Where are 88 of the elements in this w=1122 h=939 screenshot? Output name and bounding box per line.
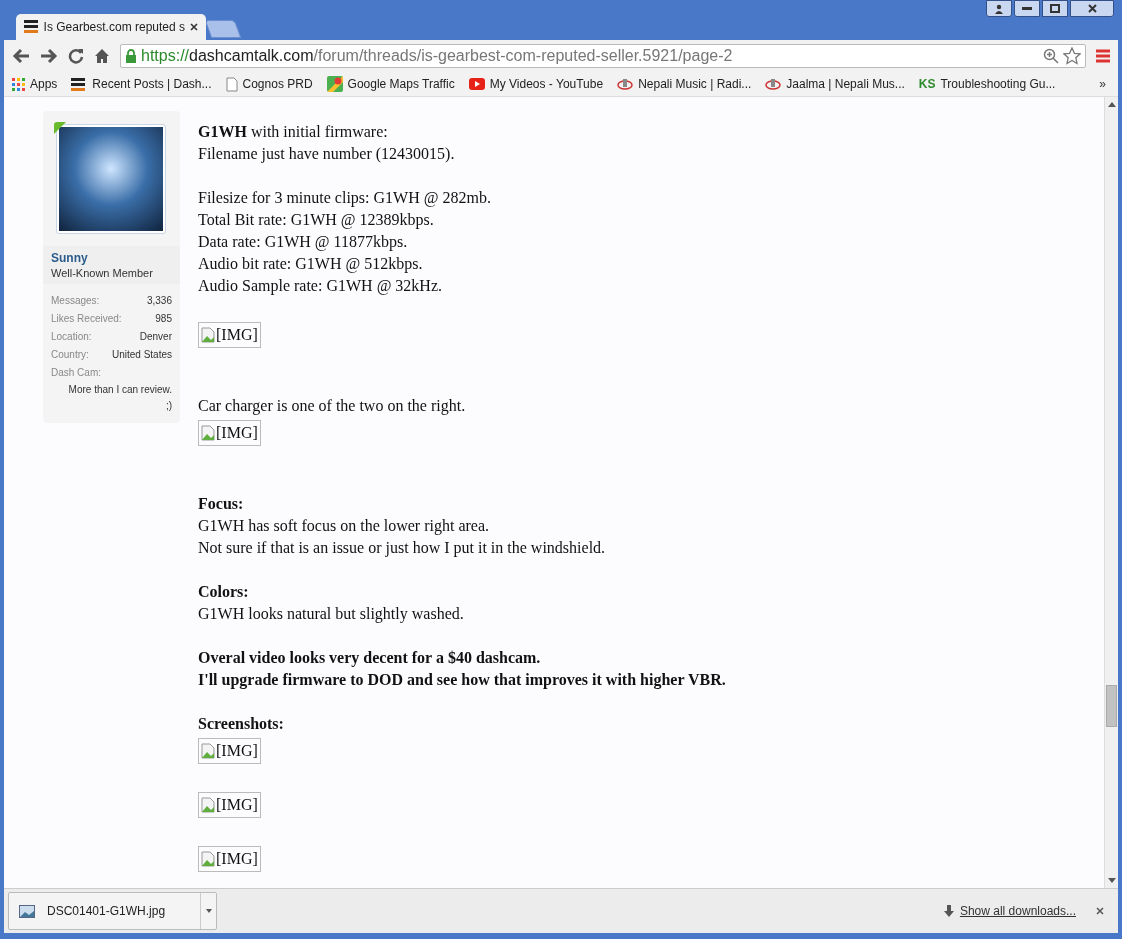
stat-label: Likes Received: xyxy=(51,312,122,326)
broken-image-icon xyxy=(201,851,215,867)
apps-grid-icon xyxy=(12,77,25,91)
broken-image: [IMG] xyxy=(198,846,261,872)
url-text: https://dashcamtalk.com/forum/threads/is-gearbest-com-reputed-seller.5921/page-2 xyxy=(141,46,734,66)
minimize-icon xyxy=(1022,6,1032,11)
user-button[interactable] xyxy=(986,0,1012,17)
user-title: Well-Known Member xyxy=(51,266,154,280)
forward-icon[interactable] xyxy=(40,48,58,64)
download-item[interactable]: DSC01401-G1WH.jpg xyxy=(8,892,217,930)
post-text: Audio bit rate: G1WH @ 512kbps. xyxy=(198,254,424,275)
stat-label: Country: xyxy=(51,348,89,362)
maximize-button[interactable] xyxy=(1042,0,1068,17)
bookmark[interactable]: My Videos - YouTube xyxy=(468,75,604,93)
stat-value: Denver xyxy=(139,330,172,344)
broken-image: [IMG] xyxy=(198,322,261,348)
broken-image: [IMG] xyxy=(198,738,261,764)
bookmark[interactable]: KS Troubleshooting Gu... xyxy=(918,75,1056,93)
scroll-down-icon[interactable] xyxy=(1107,878,1116,884)
radio-logo-icon xyxy=(617,77,634,91)
post-text: Not sure if that is an issue or just how I put it in the windshield. xyxy=(198,538,607,559)
reload-icon[interactable] xyxy=(68,48,84,64)
page-icon xyxy=(225,76,238,92)
post-text: G1WH has soft focus on the lower right area. xyxy=(198,516,491,537)
show-all-downloads-link[interactable]: Show all downloads... xyxy=(959,902,1076,920)
bookmark[interactable]: Jaalma | Nepali Mus... xyxy=(765,75,905,93)
post-text: Filename just have number (12430015). xyxy=(198,144,456,165)
user-icon xyxy=(994,3,1004,14)
map-pin-icon xyxy=(326,76,343,92)
heading-text: I'll upgrade firmware to DOD and see how that improves it with higher VBR. xyxy=(198,670,726,691)
heading-text: Focus: xyxy=(198,494,245,514)
scrollbar-thumb[interactable] xyxy=(1106,685,1117,727)
browser-tab[interactable]: Is Gearbest.com reputed s xyxy=(16,14,206,40)
back-icon[interactable] xyxy=(12,48,30,64)
close-icon[interactable] xyxy=(1096,907,1104,915)
bookmark[interactable]: Google Maps Traffic xyxy=(326,75,455,93)
stat-label: Location: xyxy=(51,330,92,344)
scroll-up-icon[interactable] xyxy=(1107,101,1116,107)
caret-icon xyxy=(205,909,212,913)
maximize-icon xyxy=(1050,4,1060,13)
heading-text: Colors: xyxy=(198,582,250,602)
star-icon[interactable] xyxy=(1063,47,1081,65)
stat-label: Messages: xyxy=(51,294,100,308)
broken-image-icon xyxy=(201,797,215,813)
stat-label: Dash Cam: xyxy=(51,366,102,380)
image-file-icon xyxy=(19,904,35,918)
radio-logo-icon xyxy=(765,77,782,91)
menu-icon[interactable] xyxy=(1096,49,1110,63)
site-logo: KS xyxy=(918,77,936,91)
address-bar[interactable]: https://dashcamtalk.com/forum/threads/is-gearbest-com-reputed-seller.5921/page-2 xyxy=(120,44,1086,68)
close-icon xyxy=(1087,4,1097,13)
stat-value: United States xyxy=(111,348,172,362)
play-icon xyxy=(468,78,485,90)
bookmark[interactable]: Nepali Music | Radi... xyxy=(617,75,752,93)
post-text: Car charger is one of the two on the right. xyxy=(198,396,467,417)
minimize-button[interactable] xyxy=(1014,0,1040,17)
new-tab-button[interactable] xyxy=(204,20,242,38)
post-text: G1WH with initial firmware: xyxy=(198,122,389,142)
broken-image: [IMG] xyxy=(198,792,261,818)
stat-value: 985 xyxy=(155,312,172,326)
bookmark[interactable]: Cognos PRD xyxy=(225,75,313,93)
post-text: Filesize for 3 minute clips: G1WH @ 282mb. xyxy=(198,188,492,209)
site-logo-icon xyxy=(24,19,39,35)
heading-text: Overal video looks very decent for a $40 dashcam. xyxy=(198,648,542,669)
broken-image-icon xyxy=(201,327,215,343)
close-button[interactable] xyxy=(1070,0,1114,17)
broken-image-icon xyxy=(201,743,215,759)
download-icon xyxy=(943,905,954,917)
heading-text: Screenshots: xyxy=(198,714,285,734)
post-text: Data rate: G1WH @ 11877kbps. xyxy=(198,232,409,253)
bookmark[interactable]: Apps xyxy=(12,75,58,93)
post-text: Audio Sample rate: G1WH @ 32kHz. xyxy=(198,276,443,297)
broken-image: [IMG] xyxy=(198,420,261,446)
more-bookmarks-button[interactable]: » xyxy=(1099,75,1106,93)
close-tab-icon[interactable] xyxy=(190,23,198,31)
site-logo-icon xyxy=(71,77,88,91)
post-text: Total Bit rate: G1WH @ 12389kbps. xyxy=(198,210,435,231)
post-text: G1WH looks natural but slightly washed. xyxy=(198,604,465,625)
broken-image-icon xyxy=(201,425,215,441)
stat-value: More than I can review. ;) xyxy=(67,383,172,413)
zoom-icon[interactable] xyxy=(1043,48,1059,64)
online-indicator-icon xyxy=(54,122,66,134)
home-icon[interactable] xyxy=(94,48,110,64)
username-link[interactable]: Sunny xyxy=(51,250,172,266)
bookmark[interactable]: Recent Posts | Dash... xyxy=(71,75,212,93)
scrollbar[interactable] xyxy=(1104,97,1118,888)
lock-icon xyxy=(125,49,137,63)
stat-value: 3,336 xyxy=(146,294,172,308)
